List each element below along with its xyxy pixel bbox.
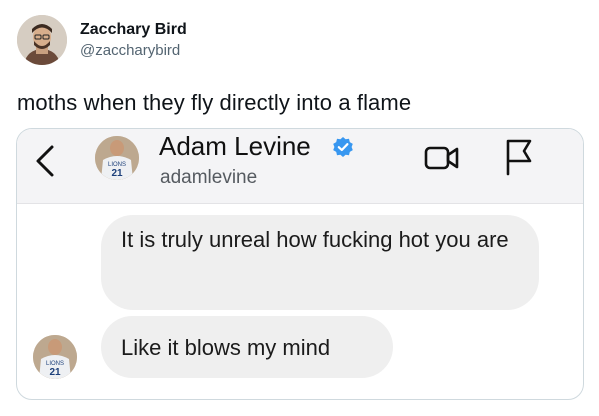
tweet-text: moths when they fly directly into a flam… [17,90,412,115]
author-avatar[interactable] [17,15,67,65]
jersey-number: 21 [49,367,61,378]
tweet-media-card[interactable]: LIONS 21 Adam Levine adamlevine It is tr… [16,128,584,400]
flag-icon[interactable] [504,138,534,176]
message-bubble[interactable]: Like it blows my mind [101,316,393,378]
video-camera-icon[interactable] [424,143,460,173]
contact-handle: adamlevine [160,167,258,188]
jersey-number: 21 [111,168,123,179]
contact-name[interactable]: Adam Levine [159,131,311,162]
author-handle[interactable]: @zaccharybird [80,42,180,59]
chevron-left-icon[interactable] [33,143,57,179]
contact-avatar[interactable]: LIONS 21 [95,136,139,180]
author-name[interactable]: Zacchary Bird [80,21,187,39]
verified-badge-icon [332,136,354,158]
sender-avatar[interactable]: LIONS 21 [33,335,77,379]
dm-header: LIONS 21 Adam Levine adamlevine [17,129,583,204]
message-bubble[interactable]: It is truly unreal how fucking hot you a… [101,215,539,310]
